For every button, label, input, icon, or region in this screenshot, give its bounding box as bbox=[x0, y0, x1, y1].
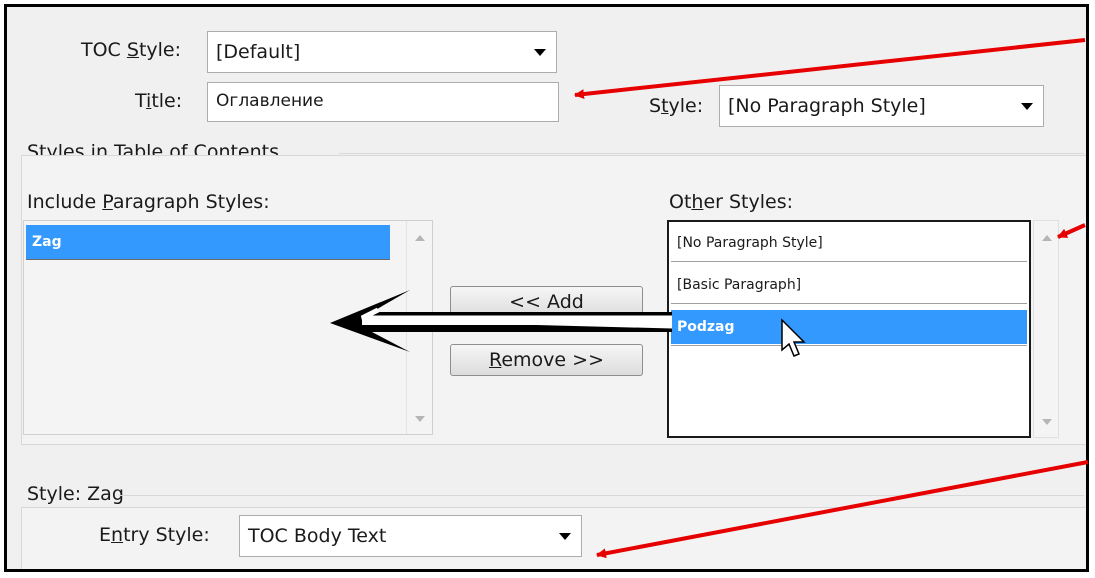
entry-style-value: TOC Body Text bbox=[248, 525, 387, 547]
entry-style-label: Entry Style: bbox=[99, 524, 210, 546]
include-scrollbar[interactable] bbox=[406, 221, 432, 434]
title-style-value: [No Paragraph Style] bbox=[728, 95, 926, 117]
list-divider bbox=[671, 303, 1027, 304]
list-item[interactable]: Podzag bbox=[671, 310, 1027, 344]
toc-style-label: TOC Style: bbox=[81, 39, 182, 61]
list-item[interactable]: [No Paragraph Style] bbox=[671, 226, 1027, 260]
chevron-down-icon bbox=[534, 49, 546, 56]
remove-button[interactable]: Remove >> bbox=[450, 344, 643, 376]
other-scrollbar[interactable] bbox=[1033, 220, 1059, 438]
other-styles-list[interactable]: [No Paragraph Style] [Basic Paragraph] P… bbox=[667, 220, 1031, 438]
style-group-label: Style: Zag bbox=[27, 483, 124, 505]
scroll-up-icon[interactable] bbox=[1042, 235, 1052, 241]
chevron-down-icon bbox=[1021, 103, 1033, 110]
toc-style-value: [Default] bbox=[216, 41, 301, 63]
other-styles-label: Other Styles: bbox=[669, 191, 794, 213]
title-style-label: Style: bbox=[649, 95, 704, 117]
list-item[interactable]: Zag bbox=[26, 225, 390, 259]
toc-style-dropdown[interactable]: [Default] bbox=[207, 31, 557, 73]
title-input[interactable]: Оглавление bbox=[207, 82, 559, 122]
group-divider bbox=[119, 495, 1084, 496]
chevron-down-icon bbox=[559, 533, 571, 540]
entry-style-dropdown[interactable]: TOC Body Text bbox=[239, 515, 582, 557]
scroll-down-icon[interactable] bbox=[1042, 419, 1052, 425]
title-style-dropdown[interactable]: [No Paragraph Style] bbox=[719, 85, 1044, 127]
scroll-up-icon[interactable] bbox=[415, 235, 425, 241]
include-styles-list[interactable]: Zag bbox=[23, 220, 433, 435]
include-styles-label: Include Paragraph Styles: bbox=[27, 191, 270, 213]
title-label: Title: bbox=[135, 90, 183, 112]
list-divider bbox=[26, 259, 390, 260]
list-divider bbox=[671, 261, 1027, 262]
toc-dialog: TOC Style: [Default] Title: Оглавление S… bbox=[4, 4, 1089, 572]
list-divider bbox=[671, 345, 1027, 346]
group-divider bbox=[339, 153, 1084, 154]
list-item[interactable]: [Basic Paragraph] bbox=[671, 268, 1027, 302]
add-button[interactable]: << Add bbox=[450, 286, 643, 318]
scroll-down-icon[interactable] bbox=[415, 416, 425, 422]
